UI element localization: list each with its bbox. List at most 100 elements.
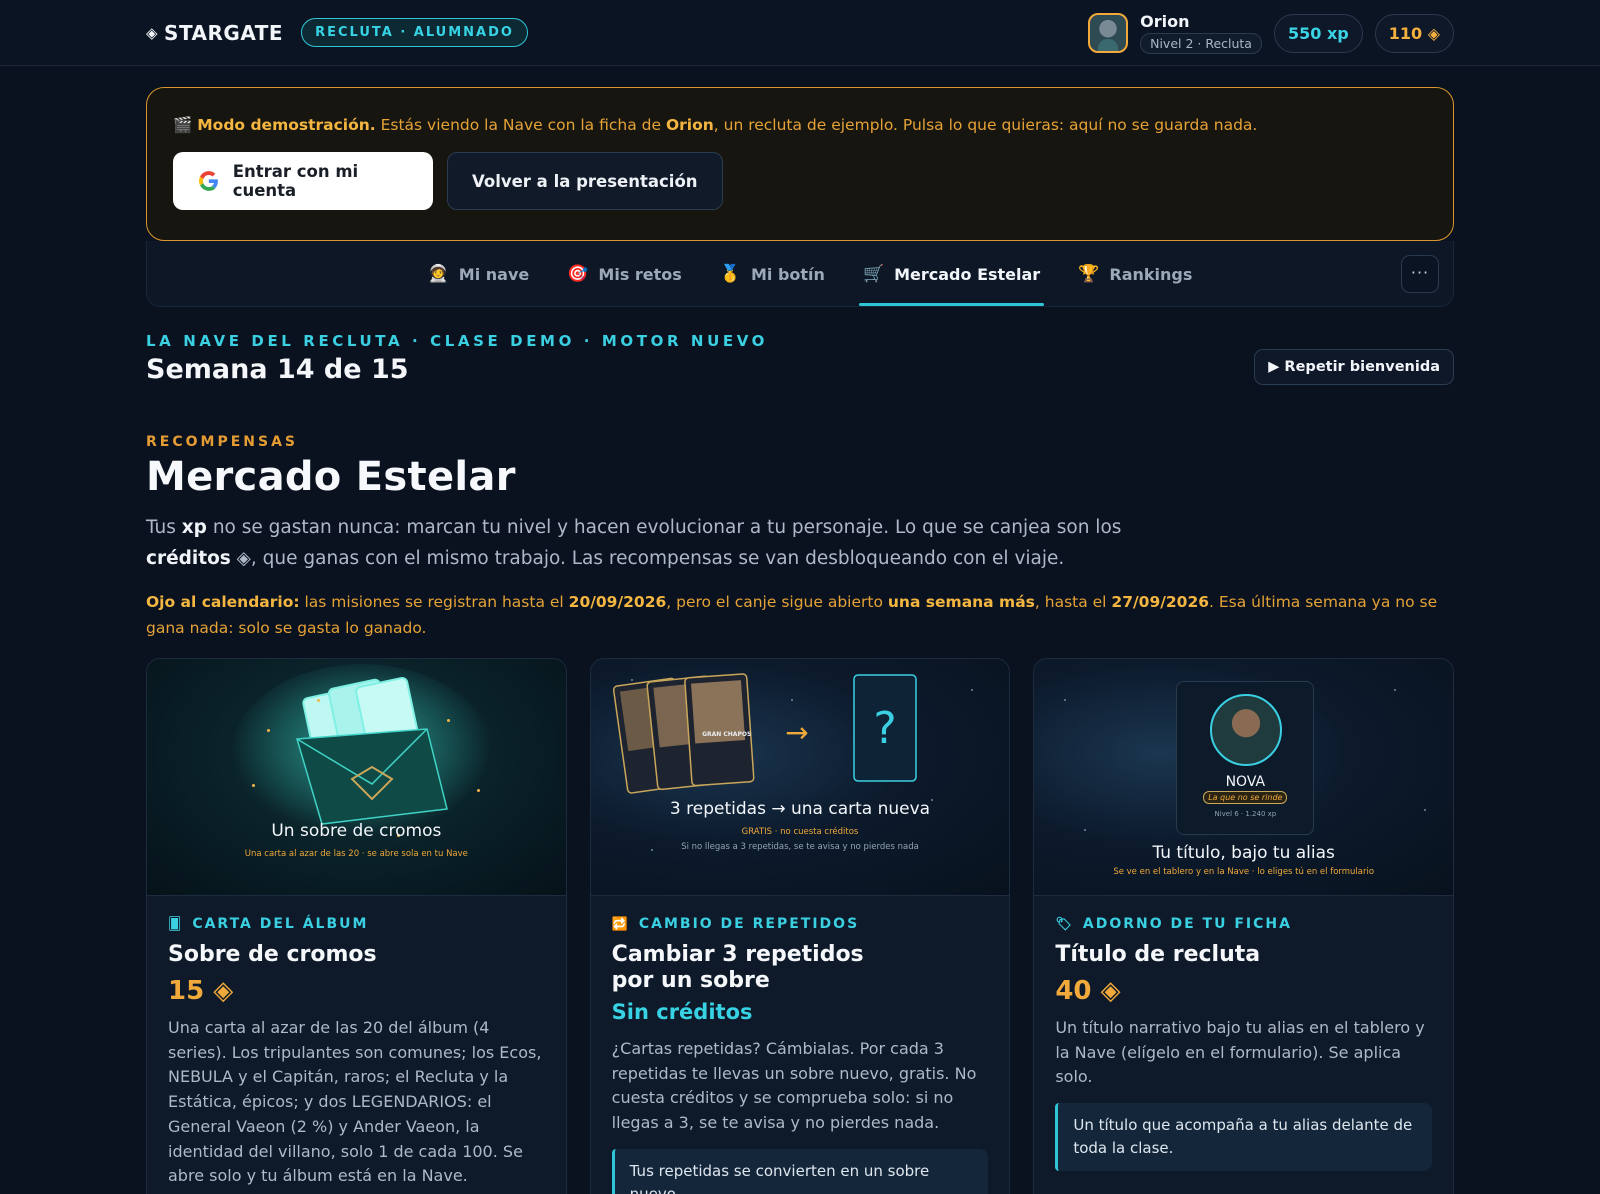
card-description: Un título narrativo bajo tu alias en el … bbox=[1055, 1018, 1425, 1087]
card-category: 🔁 CAMBIO DE REPETIDOS bbox=[612, 916, 989, 932]
tab-label: Mercado Estelar bbox=[894, 264, 1041, 284]
section-kicker: RECOMPENSAS bbox=[146, 434, 298, 450]
category-label: ADORNO DE TU FICHA bbox=[1082, 916, 1292, 932]
reward-card-cambio[interactable]: ? → GRAN CHAPOS 3 repetidas → una carta … bbox=[589, 658, 1011, 1194]
lead-text: no se gastan nunca: marcan tu nivel y ha… bbox=[206, 517, 1122, 538]
card-image-subcaption: GRATIS · no cuesta créditos bbox=[741, 827, 859, 837]
reward-card-titulo[interactable]: NOVA La que no se rinde Nivel 6 · 1.240 … bbox=[1033, 658, 1455, 1194]
demo-lead: Modo demostración. bbox=[197, 116, 376, 134]
mini-card-label: GRAN CHAPOS bbox=[702, 731, 752, 738]
lead-text: ◈, que ganas con el mismo trabajo. Las r… bbox=[230, 548, 1065, 569]
card-image-caption: Un sobre de cromos bbox=[271, 821, 442, 841]
card-pack-icon bbox=[232, 664, 492, 844]
user-area: Orion Nivel 2 · Recluta 550 xp 110 ◈ bbox=[1088, 12, 1454, 54]
brand-name: STARGATE bbox=[164, 20, 284, 45]
card-title: Título de recluta bbox=[1055, 942, 1261, 967]
playing-card-icon: 🂠 bbox=[168, 916, 184, 932]
card-description: Una carta al azar de las 20 del álbum (4… bbox=[168, 1018, 542, 1186]
medal-icon: 🥇 bbox=[719, 264, 741, 284]
brand-logo[interactable]: ◈ STARGATE bbox=[146, 21, 283, 45]
card-image-note: Si no llegas a 3 repetidas, se te avisa … bbox=[681, 842, 919, 852]
user-level-badge: Nivel 2 · Recluta bbox=[1140, 33, 1262, 54]
user-name: Orion bbox=[1140, 12, 1190, 31]
demo-text-1: Estás viendo la Nave con la ficha de bbox=[375, 116, 666, 134]
tag-icon: 🏷 bbox=[1055, 916, 1074, 932]
tab-mis-retos[interactable]: 🎯 Mis retos bbox=[563, 241, 686, 307]
cart-icon: 🛒 bbox=[862, 264, 885, 284]
card-category: 🂠 CARTA DEL ÁLBUM bbox=[168, 916, 545, 932]
credits-counter: 110 ◈ bbox=[1374, 13, 1454, 53]
warn-lead: Ojo al calendario: bbox=[146, 593, 300, 611]
card-image-caption: Tu título, bajo tu alias bbox=[1152, 843, 1335, 863]
warn-text: , hasta el bbox=[1034, 593, 1112, 611]
login-button-label: Entrar con mi cuenta bbox=[232, 162, 359, 200]
repeat-icon: 🔁 bbox=[611, 916, 630, 932]
tab-label: Mi botín bbox=[750, 264, 825, 284]
card-price: Sin créditos bbox=[611, 1000, 753, 1024]
tab-label: Mi nave bbox=[458, 264, 530, 284]
calendar-warning: Ojo al calendario: las misiones se regis… bbox=[146, 589, 1454, 641]
warn-date: 20/09/2026 bbox=[568, 593, 667, 611]
target-icon: 🎯 bbox=[567, 264, 589, 284]
warn-date: 27/09/2026 bbox=[1111, 593, 1210, 611]
card-image-subcaption: Una carta al azar de las 20 · se abre so… bbox=[244, 849, 468, 859]
demo-buttons: Entrar con mi cuenta Volver a la present… bbox=[173, 152, 1427, 210]
svg-text:?: ? bbox=[873, 703, 896, 754]
brand: ◈ STARGATE RECLUTA · ALUMNADO bbox=[146, 18, 528, 47]
demo-banner: 🎬 Modo demostración. Estás viendo la Nav… bbox=[146, 87, 1454, 241]
replay-welcome-button[interactable]: ▶ Repetir bienvenida bbox=[1254, 349, 1454, 385]
category-label: CARTA DEL ÁLBUM bbox=[192, 916, 369, 932]
demo-message: 🎬 Modo demostración. Estás viendo la Nav… bbox=[173, 116, 1427, 134]
lead-text: Tus bbox=[146, 517, 182, 538]
clapper-icon: 🎬 bbox=[173, 116, 193, 134]
swap-illustration: ? → GRAN CHAPOS 3 repetidas → una carta … bbox=[590, 659, 1010, 896]
page-kicker: LA NAVE DEL RECLUTA · CLASE DEMO · MOTOR… bbox=[146, 332, 768, 350]
xp-counter: 550 xp bbox=[1273, 13, 1363, 53]
avatar[interactable] bbox=[1088, 13, 1129, 53]
card-category: 🏷 ADORNO DE TU FICHA bbox=[1055, 916, 1432, 932]
card-description: ¿Cartas repetidas? Cámbialas. Por cada 3… bbox=[611, 1039, 977, 1133]
profile-name: NOVA bbox=[1225, 774, 1266, 790]
tab-mercado-estelar[interactable]: 🛒 Mercado Estelar bbox=[858, 241, 1045, 307]
tab-rankings[interactable]: 🏆 Rankings bbox=[1074, 241, 1196, 307]
card-pack-illustration: Un sobre de cromos Una carta al azar de … bbox=[147, 659, 566, 896]
back-to-presentation-button[interactable]: Volver a la presentación bbox=[447, 152, 723, 210]
tab-label: Rankings bbox=[1109, 264, 1193, 284]
tab-mi-nave[interactable]: 🧑‍🚀 Mi nave bbox=[424, 241, 534, 307]
diamond-icon: ◈ bbox=[146, 23, 159, 42]
more-menu-button[interactable]: ··· bbox=[1401, 255, 1439, 293]
profile-level: Nivel 6 · 1.240 xp bbox=[1214, 810, 1277, 818]
profile-preview: NOVA La que no se rinde Nivel 6 · 1.240 … bbox=[1176, 681, 1315, 835]
user-meta: Orion Nivel 2 · Recluta bbox=[1140, 12, 1262, 54]
warn-text: las misiones se registran hasta el bbox=[299, 593, 569, 611]
demo-text-2: , un recluta de ejemplo. Pulsa lo que qu… bbox=[713, 116, 1258, 134]
trophy-icon: 🏆 bbox=[1078, 264, 1100, 284]
card-title: Cambiar 3 repetidos por un sobre bbox=[611, 942, 864, 993]
warn-highlight: una semana más bbox=[887, 593, 1035, 611]
google-icon bbox=[199, 171, 218, 191]
card-image-subcaption: Se ve en el tablero y en la Nave · lo el… bbox=[1113, 867, 1375, 877]
card-price: 15 ◈ bbox=[168, 976, 234, 1006]
card-price: 40 ◈ bbox=[1055, 976, 1121, 1006]
card-note: Un título que acompaña a tu alias delant… bbox=[1055, 1103, 1433, 1172]
card-image-caption: 3 repetidas → una carta nueva bbox=[669, 799, 931, 819]
category-label: CAMBIO DE REPETIDOS bbox=[638, 916, 860, 932]
tab-label: Mis retos bbox=[598, 264, 682, 284]
page-title: Mercado Estelar bbox=[146, 454, 516, 500]
tab-mi-botin[interactable]: 🥇 Mi botín bbox=[716, 241, 829, 307]
reward-card-sobre[interactable]: Un sobre de cromos Una carta al azar de … bbox=[146, 658, 567, 1194]
lead-credits: créditos bbox=[146, 548, 231, 569]
profile-title-badge: La que no se rinde bbox=[1203, 791, 1288, 804]
reward-cards: Un sobre de cromos Una carta al azar de … bbox=[146, 658, 1455, 1194]
repeated-cards-icon: ? → bbox=[612, 673, 917, 794]
astronaut-icon: 🧑‍🚀 bbox=[427, 264, 449, 284]
svg-text:→: → bbox=[785, 716, 808, 749]
card-note: Tus repetidas se convierten en un sobre … bbox=[611, 1148, 989, 1194]
card-title: Sobre de cromos bbox=[168, 942, 377, 967]
title-illustration: NOVA La que no se rinde Nivel 6 · 1.240 … bbox=[1034, 659, 1454, 896]
main-tabs: 🧑‍🚀 Mi nave 🎯 Mis retos 🥇 Mi botín 🛒 Mercado… bbox=[146, 241, 1454, 307]
demo-name: Orion bbox=[665, 116, 714, 134]
login-button[interactable]: Entrar con mi cuenta bbox=[173, 152, 433, 210]
warn-text: , pero el canje sigue abierto bbox=[666, 593, 888, 611]
top-bar: ◈ STARGATE RECLUTA · ALUMNADO Orion Nive… bbox=[0, 0, 1600, 66]
